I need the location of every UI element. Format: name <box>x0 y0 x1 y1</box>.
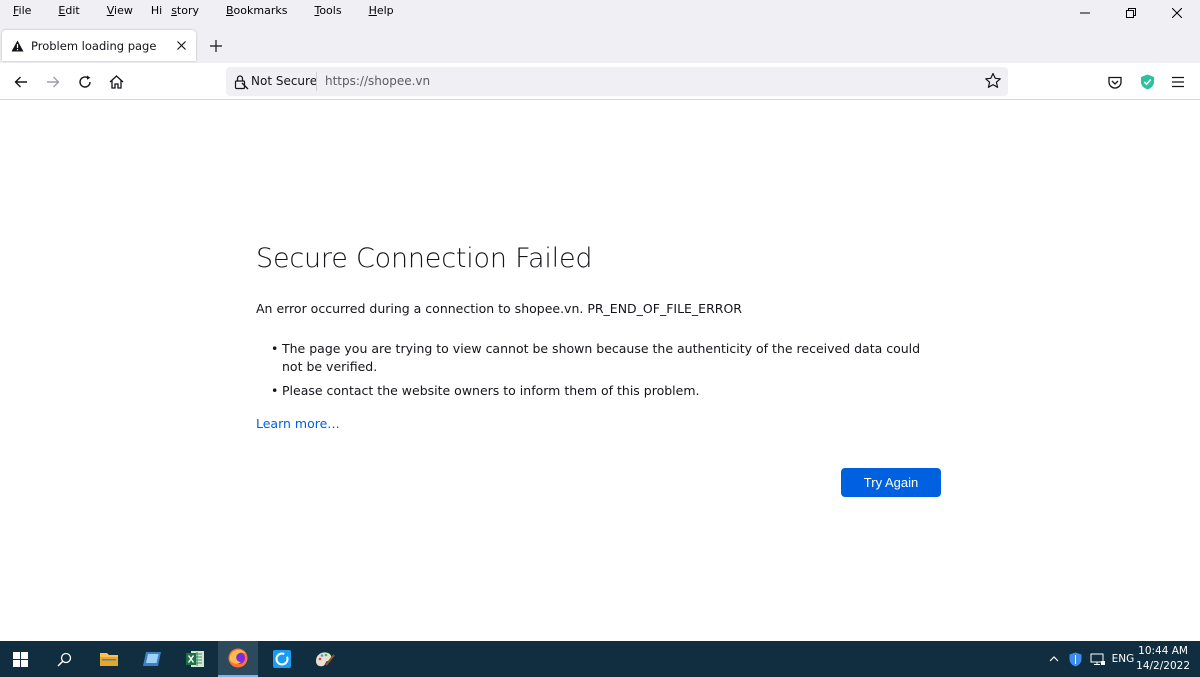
title-bar: File Edit View Hi story Bookmarks Tools H… <box>0 0 1200 63</box>
nav-bar: Not Secure https://shopee.vn <box>0 63 1200 100</box>
new-tab-button[interactable] <box>206 36 226 56</box>
menu-file[interactable]: File <box>4 4 40 17</box>
forward-button[interactable] <box>40 69 66 95</box>
shield-check-icon <box>1140 74 1154 90</box>
taskbar-app-firefox[interactable] <box>218 641 258 677</box>
bookmark-star-icon[interactable] <box>984 72 1002 90</box>
plus-icon <box>210 40 222 52</box>
network-app-icon <box>273 650 291 668</box>
window-controls <box>1062 0 1200 26</box>
back-button[interactable] <box>8 69 34 95</box>
arrow-left-icon <box>14 76 27 88</box>
shield-icon <box>1069 652 1081 666</box>
close-window-button[interactable] <box>1154 0 1200 26</box>
taskbar: ENG 10:44 AM 14/2/2022 <box>0 641 1200 677</box>
pocket-icon <box>1108 76 1122 89</box>
menu-bar: File Edit View Hi story Bookmarks Tools H… <box>0 0 412 20</box>
error-details-list: The page you are trying to view cannot b… <box>271 340 956 400</box>
minimize-icon <box>1080 12 1090 14</box>
url-bar[interactable]: Not Secure https://shopee.vn <box>226 67 1008 96</box>
list-item: Please contact the website owners to inf… <box>271 382 921 400</box>
minimize-button[interactable] <box>1062 0 1108 26</box>
network-tray[interactable] <box>1088 641 1108 677</box>
tab-title: Problem loading page <box>31 38 157 53</box>
monitor-app-icon <box>143 652 161 666</box>
language-indicator[interactable]: ENG <box>1110 641 1136 677</box>
chevron-up-icon <box>1049 656 1059 662</box>
search-icon <box>56 652 71 667</box>
clock-time: 10:44 AM <box>1138 645 1188 657</box>
system-clock[interactable]: 10:44 AM 14/2/2022 <box>1136 644 1190 674</box>
extension-shield-button[interactable] <box>1134 69 1160 95</box>
file-explorer-icon <box>100 653 118 666</box>
taskbar-app-file-explorer[interactable] <box>89 641 129 677</box>
list-item: The page you are trying to view cannot b… <box>271 340 921 375</box>
start-button[interactable] <box>0 641 40 677</box>
show-hidden-icons-button[interactable] <box>1046 641 1062 677</box>
menu-tools[interactable]: Tools <box>305 4 350 17</box>
taskbar-app-excel[interactable] <box>175 641 215 677</box>
app-menu-button[interactable] <box>1165 69 1191 95</box>
restore-button[interactable] <box>1108 0 1154 26</box>
error-content: Secure Connection Failed An error occurr… <box>256 243 956 432</box>
taskbar-app-paint[interactable] <box>305 641 345 677</box>
ethernet-icon <box>1090 653 1105 665</box>
reload-button[interactable] <box>72 69 98 95</box>
pocket-button[interactable] <box>1102 69 1128 95</box>
taskbar-app-monitor[interactable] <box>132 641 172 677</box>
excel-icon <box>186 651 204 667</box>
menu-edit[interactable]: Edit <box>49 4 88 17</box>
restore-icon <box>1126 8 1136 18</box>
menu-help[interactable]: Help <box>360 4 403 17</box>
menu-bookmarks[interactable]: Bookmarks <box>217 4 296 17</box>
home-icon <box>109 75 123 89</box>
firefox-icon <box>228 648 248 668</box>
home-button[interactable] <box>103 69 129 95</box>
url-text[interactable]: https://shopee.vn <box>325 74 430 88</box>
defender-tray[interactable] <box>1066 641 1084 677</box>
tab-close-button[interactable] <box>174 38 188 52</box>
try-again-button[interactable]: Try Again <box>841 468 941 497</box>
taskbar-search-button[interactable] <box>44 641 84 677</box>
menu-view[interactable]: View <box>98 4 142 17</box>
start-icon <box>12 651 28 667</box>
warning-icon <box>11 40 24 51</box>
reload-icon <box>79 75 91 88</box>
paint-app-icon <box>316 652 335 667</box>
close-icon <box>176 40 186 50</box>
hamburger-menu-icon <box>1172 76 1184 88</box>
insecure-lock-icon <box>234 75 249 90</box>
taskbar-app-network[interactable] <box>262 641 302 677</box>
not-secure-label[interactable]: Not Secure <box>251 74 317 88</box>
url-separator <box>316 72 317 91</box>
arrow-right-icon <box>47 76 60 88</box>
clock-date: 14/2/2022 <box>1136 660 1190 672</box>
close-icon <box>1172 8 1182 18</box>
error-message: An error occurred during a connection to… <box>256 301 742 316</box>
learn-more-link[interactable]: Learn more… <box>256 416 340 431</box>
tab-active[interactable]: Problem loading page <box>2 30 196 61</box>
page-title: Secure Connection Failed <box>256 243 593 274</box>
menu-history[interactable]: Hi story <box>151 4 208 17</box>
